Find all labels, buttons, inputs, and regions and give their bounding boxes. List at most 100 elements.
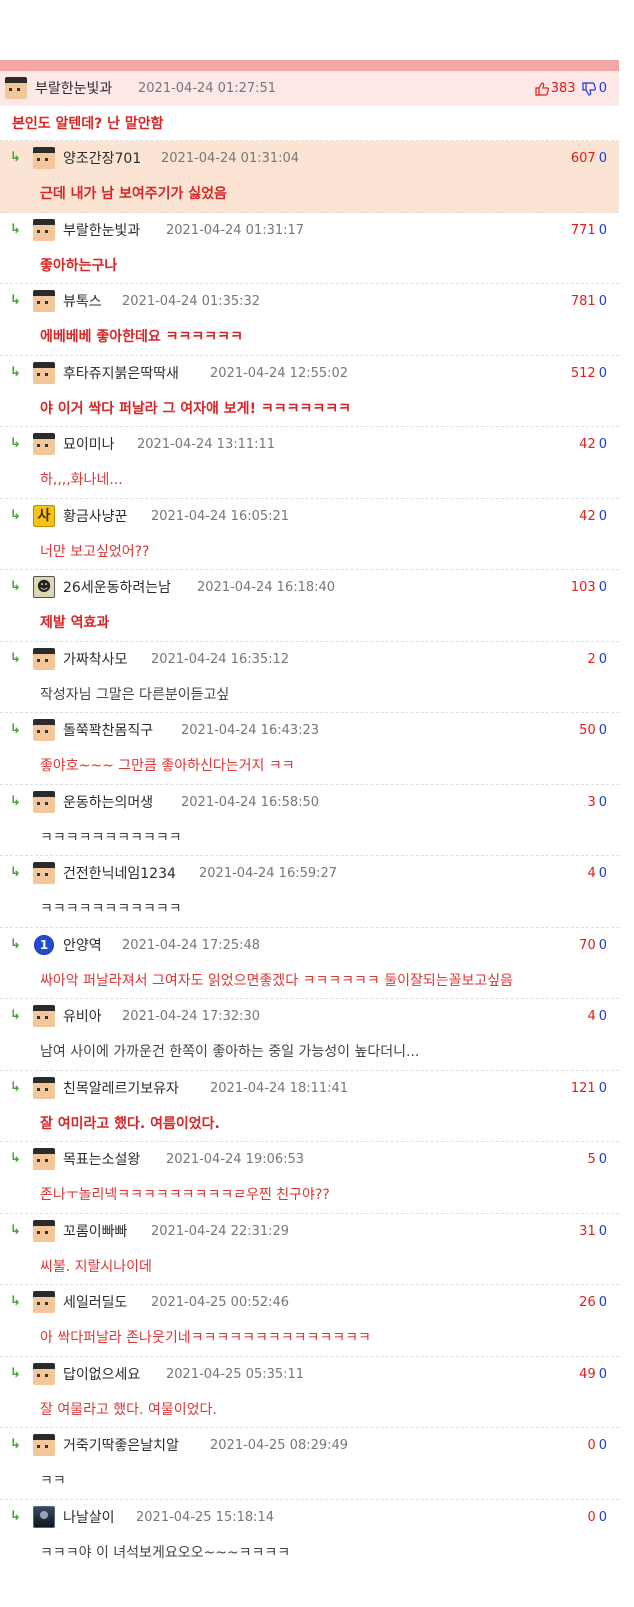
downvote-count[interactable]: 0 (599, 1152, 607, 1167)
comment-nickname[interactable]: 운동하는의머생 (63, 785, 153, 821)
comment-nickname[interactable]: 돌쭉꽉찬몸직구 (63, 713, 153, 749)
downvote-count[interactable]: 0 (599, 1224, 607, 1239)
comment-nickname[interactable]: 건전한닉네임1234 (63, 856, 176, 892)
avatar[interactable] (33, 1291, 55, 1313)
avatar[interactable] (33, 862, 55, 884)
downvote-count[interactable]: 0 (599, 366, 607, 381)
avatar[interactable] (33, 719, 55, 741)
vote-box: 70 0 (579, 928, 607, 964)
comment-date: 2021-04-25 08:29:49 (210, 1438, 349, 1453)
downvote-count[interactable]: 0 (599, 1081, 607, 1096)
downvote-count[interactable]: 0 (599, 1367, 607, 1382)
vote-box: 771 0 (571, 213, 607, 249)
downvote-count[interactable]: 0 (599, 866, 607, 881)
comment-nickname[interactable]: 뷰톡스 (63, 284, 102, 320)
comment-nickname[interactable]: 후타쥬지붉은딱딱새 (63, 356, 179, 392)
thumbs-up-icon[interactable] (535, 81, 549, 96)
upvote-count[interactable]: 42 (579, 437, 596, 452)
upvote-count[interactable]: 3 (587, 795, 595, 810)
comment-date: 2021-04-25 15:18:14 (136, 1509, 275, 1525)
comment-nickname[interactable]: 유비아 (63, 999, 102, 1035)
avatar[interactable] (33, 1148, 55, 1170)
comment-nickname[interactable]: 꼬롬이빠빠 (63, 1214, 127, 1250)
upvote-count[interactable]: 0 (587, 1510, 595, 1525)
comment-nickname[interactable]: 나날살이 (63, 1500, 115, 1536)
thumbs-down-icon[interactable] (582, 81, 596, 96)
comment-nickname[interactable]: 황금사냥꾼 (63, 499, 127, 535)
downvote-count[interactable]: 0 (599, 938, 607, 953)
downvote-count[interactable]: 0 (599, 1438, 607, 1453)
downvote-count[interactable]: 0 (599, 223, 607, 238)
comment-date: 2021-04-24 22:31:29 (151, 1223, 290, 1239)
avatar[interactable] (33, 433, 55, 455)
comment-nickname[interactable]: 부랄한눈빛과 (35, 71, 112, 107)
upvote-count[interactable]: 49 (579, 1367, 596, 1382)
downvote-count[interactable]: 0 (599, 723, 607, 738)
upvote-count[interactable]: 31 (579, 1224, 596, 1239)
downvote-count[interactable]: 0 (599, 652, 607, 667)
comment-nickname[interactable]: 양조간장701 (63, 141, 141, 177)
avatar[interactable] (33, 647, 55, 670)
downvote-count[interactable]: 0 (599, 1295, 607, 1310)
avatar[interactable] (33, 1076, 55, 1099)
reply-arrow-icon: ↳ (10, 936, 21, 952)
downvote-count[interactable]: 0 (599, 1009, 607, 1024)
upvote-count[interactable]: 5 (587, 1152, 595, 1167)
comment-text: 제발 역효과 (40, 615, 110, 631)
upvote-count[interactable]: 0 (587, 1438, 595, 1453)
upvote-count[interactable]: 781 (571, 294, 596, 309)
avatar[interactable] (33, 1505, 55, 1528)
avatar[interactable] (33, 790, 55, 813)
comment-nickname[interactable]: 26세운동하려는남 (63, 570, 171, 606)
avatar[interactable]: 사 (33, 504, 55, 527)
upvote-count[interactable]: 121 (571, 1081, 596, 1096)
comment-nickname[interactable]: 친목알레르기보유자 (63, 1071, 179, 1107)
downvote-count[interactable]: 0 (599, 294, 607, 309)
avatar[interactable] (33, 147, 55, 169)
upvote-count[interactable]: 607 (571, 151, 596, 166)
comment-nickname[interactable]: 목표는소설왕 (63, 1142, 140, 1178)
comment-nickname[interactable]: 묘이미나 (63, 427, 115, 463)
downvote-count[interactable]: 0 (599, 1510, 607, 1525)
downvote-count[interactable]: 0 (599, 580, 607, 595)
comment-text: 하,,,,화나네... (40, 472, 123, 488)
upvote-count[interactable]: 42 (579, 509, 596, 524)
downvote-count[interactable]: 0 (599, 795, 607, 810)
reply-arrow-icon: ↳ (10, 221, 21, 237)
comment-nickname[interactable]: 부랄한눈빛과 (63, 213, 140, 249)
comment-date: 2021-04-24 19:06:53 (166, 1152, 305, 1167)
upvote-count[interactable]: 50 (579, 723, 596, 738)
comment-nickname[interactable]: 안양역 (63, 928, 102, 964)
downvote-count[interactable]: 0 (599, 509, 607, 524)
comment-nickname[interactable]: 답이없으세요 (63, 1357, 140, 1393)
comment-text: 남여 사이에 가까운건 한쪽이 좋아하는 중일 가능성이 높다더니... (40, 1044, 420, 1060)
comment-nickname[interactable]: 세일러딜도 (63, 1285, 127, 1321)
avatar[interactable] (33, 1005, 55, 1027)
comment-text: 좋야호~~~ 그만큼 좋아하신다는거지 ㅋㅋ (40, 758, 295, 774)
upvote-count[interactable]: 771 (571, 223, 596, 238)
comment-nickname[interactable]: 가짜착사모 (63, 642, 127, 678)
upvote-count[interactable]: 512 (571, 366, 596, 381)
comment-nickname[interactable]: 거죽기딱좋은날치알 (63, 1428, 179, 1464)
avatar[interactable] (33, 290, 55, 312)
avatar[interactable] (33, 1219, 55, 1242)
comment-date: 2021-04-24 16:18:40 (197, 580, 336, 595)
avatar[interactable] (5, 77, 27, 99)
downvote-count[interactable]: 0 (599, 437, 607, 452)
reply-comment: ↳ 후타쥬지붉은딱딱새 2021-04-24 12:55:02 512 0 야 이거 싹… (0, 356, 619, 427)
upvote-count[interactable]: 103 (571, 580, 596, 595)
upvote-count[interactable]: 2 (587, 652, 595, 667)
downvote-count[interactable]: 0 (599, 151, 607, 166)
upvote-count[interactable]: 4 (587, 866, 595, 881)
avatar[interactable] (33, 1434, 55, 1456)
avatar[interactable] (33, 1362, 55, 1385)
comment-text: 작성자님 그말은 다른분이듣고싶 (40, 686, 230, 703)
upvote-count[interactable]: 4 (587, 1009, 595, 1024)
avatar[interactable] (33, 218, 55, 241)
upvote-count[interactable]: 26 (579, 1295, 596, 1310)
upvote-count[interactable]: 70 (579, 938, 596, 953)
comment-date: 2021-04-24 16:05:21 (151, 508, 290, 524)
avatar[interactable]: 1 (33, 933, 55, 956)
avatar[interactable] (33, 361, 55, 384)
avatar[interactable]: ☻ (33, 576, 55, 598)
